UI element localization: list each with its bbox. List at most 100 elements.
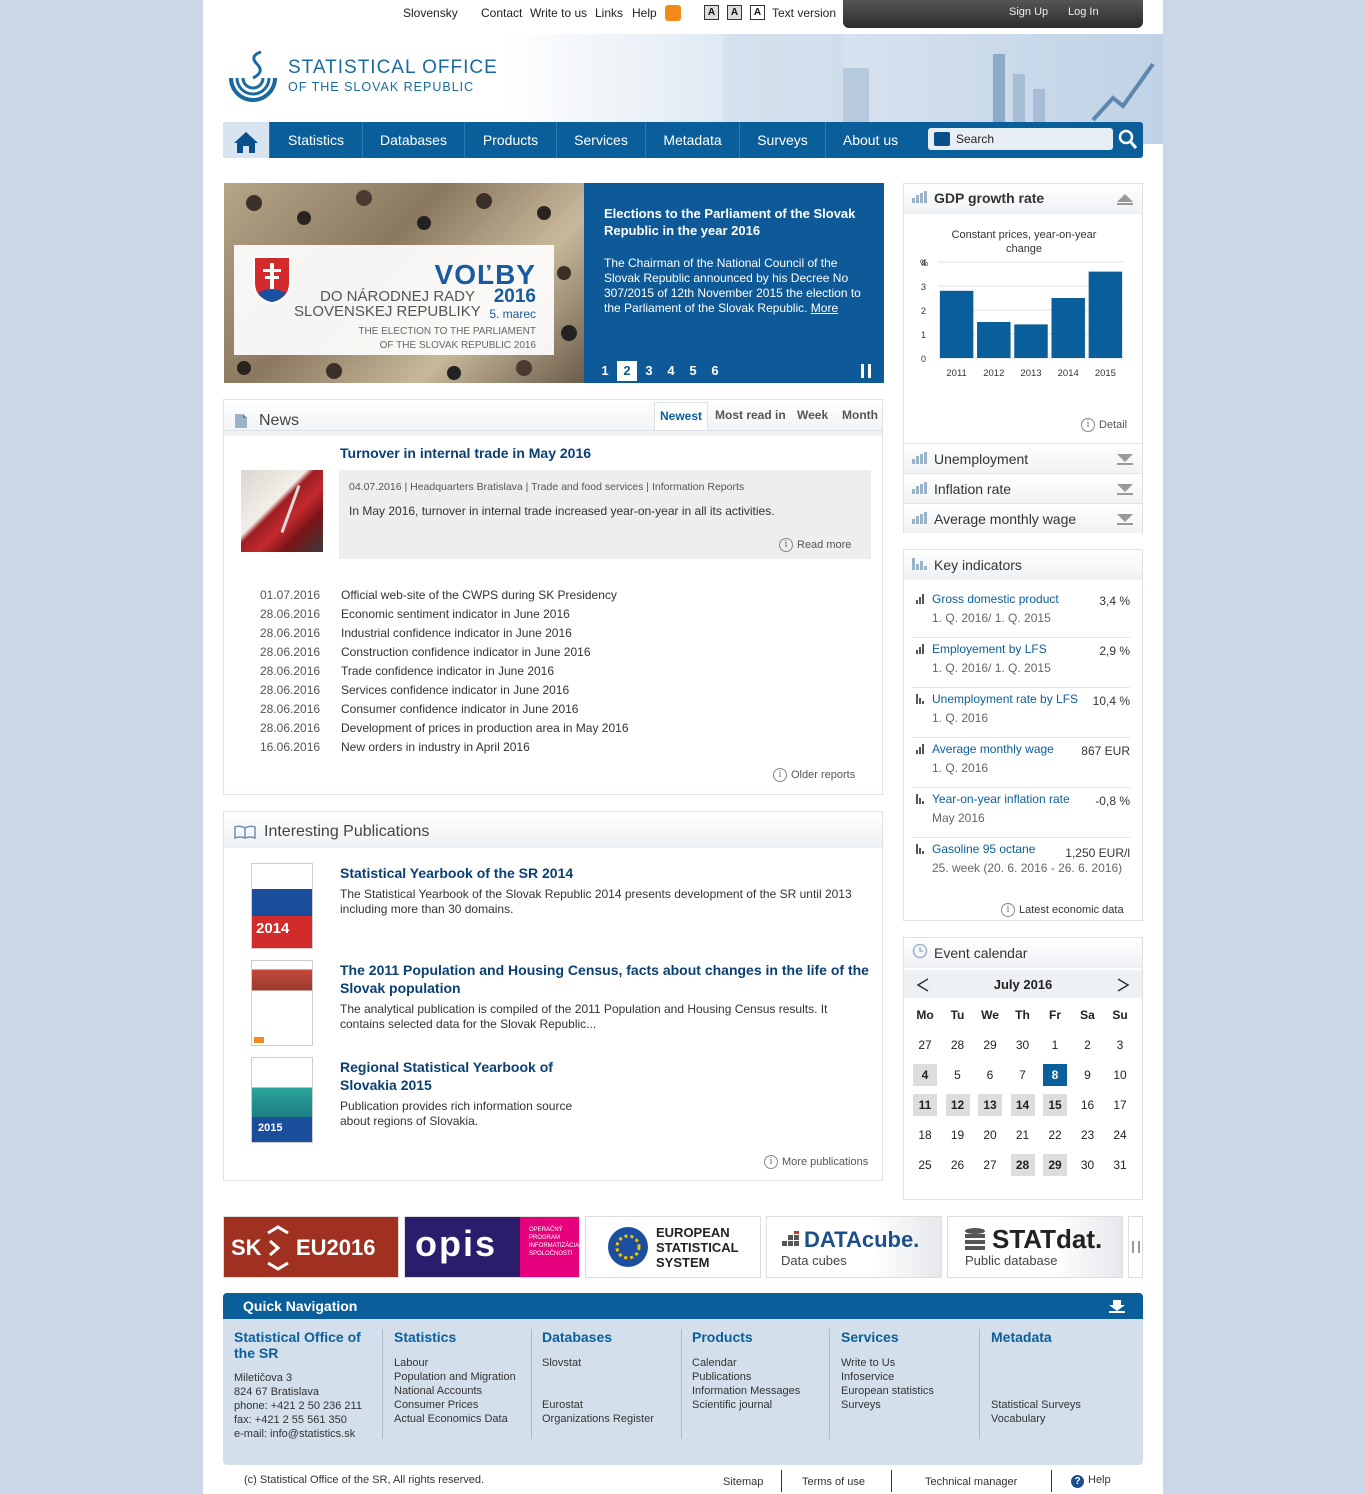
calendar-day[interactable]: 1	[1043, 1034, 1067, 1056]
search-icon[interactable]	[1118, 129, 1138, 151]
footer-help[interactable]: Help	[1088, 1474, 1111, 1486]
tab-newest[interactable]: Newest	[654, 402, 709, 430]
quicknav-link[interactable]: Statistical Surveys	[991, 1398, 1131, 1412]
font-larger-icon[interactable]: A	[727, 5, 742, 20]
calendar-day[interactable]: 14	[1010, 1094, 1035, 1116]
calendar-day[interactable]: 24	[1108, 1124, 1132, 1146]
slide-image[interactable]: VOĽBY DO NÁRODNEJ RADY 2016 SLOVENSKEJ R…	[224, 183, 584, 383]
calendar-day[interactable]: 3	[1108, 1034, 1132, 1056]
quicknav-link[interactable]: Infoservice	[841, 1370, 976, 1384]
calendar-day[interactable]: 31	[1108, 1154, 1132, 1176]
expand-arrow-icon[interactable]	[1116, 482, 1134, 496]
read-more-link[interactable]: i Read more	[779, 538, 851, 552]
sk-eu2016-banner[interactable]: SK EU2016	[223, 1216, 399, 1278]
calendar-day[interactable]: 27	[978, 1154, 1002, 1176]
slide-title[interactable]: Elections to the Parliament of the Slova…	[604, 205, 864, 239]
quicknav-link[interactable]: Eurostat	[542, 1398, 677, 1412]
quicknav-link[interactable]: Write to Us	[841, 1356, 976, 1370]
quicknav-link[interactable]: Slovstat	[542, 1356, 677, 1370]
more-publications-link[interactable]: i More publications	[764, 1155, 868, 1169]
news-row[interactable]: 28.06.2016 Economic sentiment indicator i…	[260, 607, 570, 621]
quicknav-link[interactable]: European statistics	[841, 1384, 976, 1398]
calendar-day[interactable]: 29	[978, 1034, 1002, 1056]
quicknav-link[interactable]: Publications	[692, 1370, 827, 1384]
news-row[interactable]: 28.06.2016 Construction confidence indica…	[260, 645, 591, 659]
older-reports-link[interactable]: i Older reports	[773, 768, 855, 782]
calendar-day[interactable]: 25	[913, 1154, 937, 1176]
slide-page-4[interactable]: 4	[661, 361, 681, 381]
calendar-day[interactable]: 9	[1076, 1064, 1100, 1086]
indicator-inflation[interactable]: Inflation rate	[904, 473, 1142, 503]
news-row[interactable]: 16.06.2016 New orders in industry in Apri…	[260, 740, 530, 754]
tab-most-read[interactable]: Most read in	[710, 402, 791, 430]
quicknav-link[interactable]: Surveys	[841, 1398, 976, 1412]
calendar-day[interactable]: 17	[1108, 1094, 1132, 1116]
calendar-day[interactable]: 22	[1043, 1124, 1067, 1146]
gdp-detail-link[interactable]: i Detail	[1081, 418, 1127, 432]
calendar-day[interactable]: 4	[913, 1064, 937, 1086]
contact-link[interactable]: Contact	[481, 6, 522, 20]
calendar-day[interactable]: 16	[1076, 1094, 1100, 1116]
news-row[interactable]: 28.06.2016 Development of prices in produ…	[260, 721, 629, 735]
download-arrow-icon[interactable]	[1108, 1299, 1126, 1313]
quicknav-link[interactable]: National Accounts	[394, 1384, 529, 1398]
font-largest-icon[interactable]: A	[750, 5, 765, 20]
key-indicator-row[interactable]: Employement by LFS 1. Q. 2016/ 1. Q. 2015…	[912, 638, 1130, 688]
quicknav-title[interactable]: Statistics	[394, 1329, 529, 1345]
calendar-day[interactable]: 19	[946, 1124, 970, 1146]
nav-statistics[interactable]: Statistics	[269, 122, 362, 158]
quicknav-link[interactable]	[542, 1370, 677, 1384]
search-dropdown-icon[interactable]	[934, 132, 950, 146]
help-link[interactable]: Help	[632, 6, 657, 20]
quicknav-link[interactable]: Consumer Prices	[394, 1398, 529, 1412]
calendar-day[interactable]: 21	[1011, 1124, 1035, 1146]
search-input[interactable]: Search	[928, 128, 1113, 150]
key-indicator-row[interactable]: Gross domestic product 1. Q. 2016/ 1. Q. …	[912, 588, 1130, 638]
slide-page-3[interactable]: 3	[639, 361, 659, 381]
text-version-link[interactable]: Text version	[772, 6, 836, 20]
key-indicator-row[interactable]: Year-on-year inflation rate May 2016 -0,8 …	[912, 788, 1130, 838]
slide-page-2[interactable]: 2	[617, 361, 637, 381]
quicknav-link[interactable]	[991, 1384, 1131, 1398]
key-indicator-row[interactable]: Unemployment rate by LFS 1. Q. 2016 10,4 %	[912, 688, 1130, 738]
quicknav-title[interactable]: Services	[841, 1329, 976, 1345]
nav-databases[interactable]: Databases	[362, 122, 464, 158]
font-normal-icon[interactable]: A	[704, 5, 719, 20]
indicator-wage[interactable]: Average monthly wage	[904, 503, 1142, 533]
calendar-day[interactable]: 6	[978, 1064, 1002, 1086]
quicknav-link[interactable]: Calendar	[692, 1356, 827, 1370]
footer-technical-manager[interactable]: Technical manager	[925, 1476, 1017, 1488]
news-row[interactable]: 01.07.2016 Official web-site of the CWPS …	[260, 588, 617, 602]
calendar-day[interactable]: 27	[913, 1034, 937, 1056]
calendar-day[interactable]: 28	[1010, 1154, 1035, 1176]
publication-title[interactable]: Regional Statistical Yearbook of Slovaki…	[340, 1058, 580, 1094]
slide-more-link[interactable]: More	[811, 301, 838, 315]
quick-navigation-header[interactable]: Quick Navigation	[223, 1293, 1143, 1319]
quicknav-link[interactable]: Information Messages	[692, 1384, 827, 1398]
quicknav-title[interactable]: Products	[692, 1329, 827, 1345]
calendar-day[interactable]: 20	[978, 1124, 1002, 1146]
footer-terms[interactable]: Terms of use	[802, 1476, 865, 1488]
quicknav-title[interactable]: Databases	[542, 1329, 677, 1345]
datacube-banner[interactable]: DATAcube. Data cubes	[766, 1216, 942, 1278]
calendar-day[interactable]: 5	[946, 1064, 970, 1086]
collapse-arrow-icon[interactable]	[1116, 192, 1134, 206]
ess-banner[interactable]: EUROPEAN STATISTICAL SYSTEM	[585, 1216, 761, 1278]
help-icon[interactable]: ?	[1071, 1475, 1084, 1488]
quicknav-link[interactable]: Scientific journal	[692, 1398, 827, 1412]
quicknav-link[interactable]: Organizations Register	[542, 1412, 677, 1426]
log-in-link[interactable]: Log In	[1068, 6, 1099, 18]
office-title[interactable]: Statistical Office of the SR	[234, 1329, 374, 1361]
calendar-day[interactable]: 15	[1043, 1094, 1067, 1116]
nav-about-us[interactable]: About us	[825, 122, 915, 158]
publication-cover[interactable]: 2015	[251, 1057, 313, 1143]
quicknav-link[interactable]	[991, 1356, 1131, 1370]
calendar-day[interactable]: 13	[978, 1094, 1002, 1116]
publication-title[interactable]: Statistical Yearbook of the SR 2014	[340, 864, 870, 882]
links-link[interactable]: Links	[595, 6, 623, 20]
featured-news-title[interactable]: Turnover in internal trade in May 2016	[340, 445, 591, 461]
calendar-day[interactable]: 29	[1043, 1154, 1067, 1176]
calendar-day[interactable]: 8	[1043, 1064, 1067, 1086]
calendar-day[interactable]: 7	[1011, 1064, 1035, 1086]
nav-services[interactable]: Services	[556, 122, 645, 158]
